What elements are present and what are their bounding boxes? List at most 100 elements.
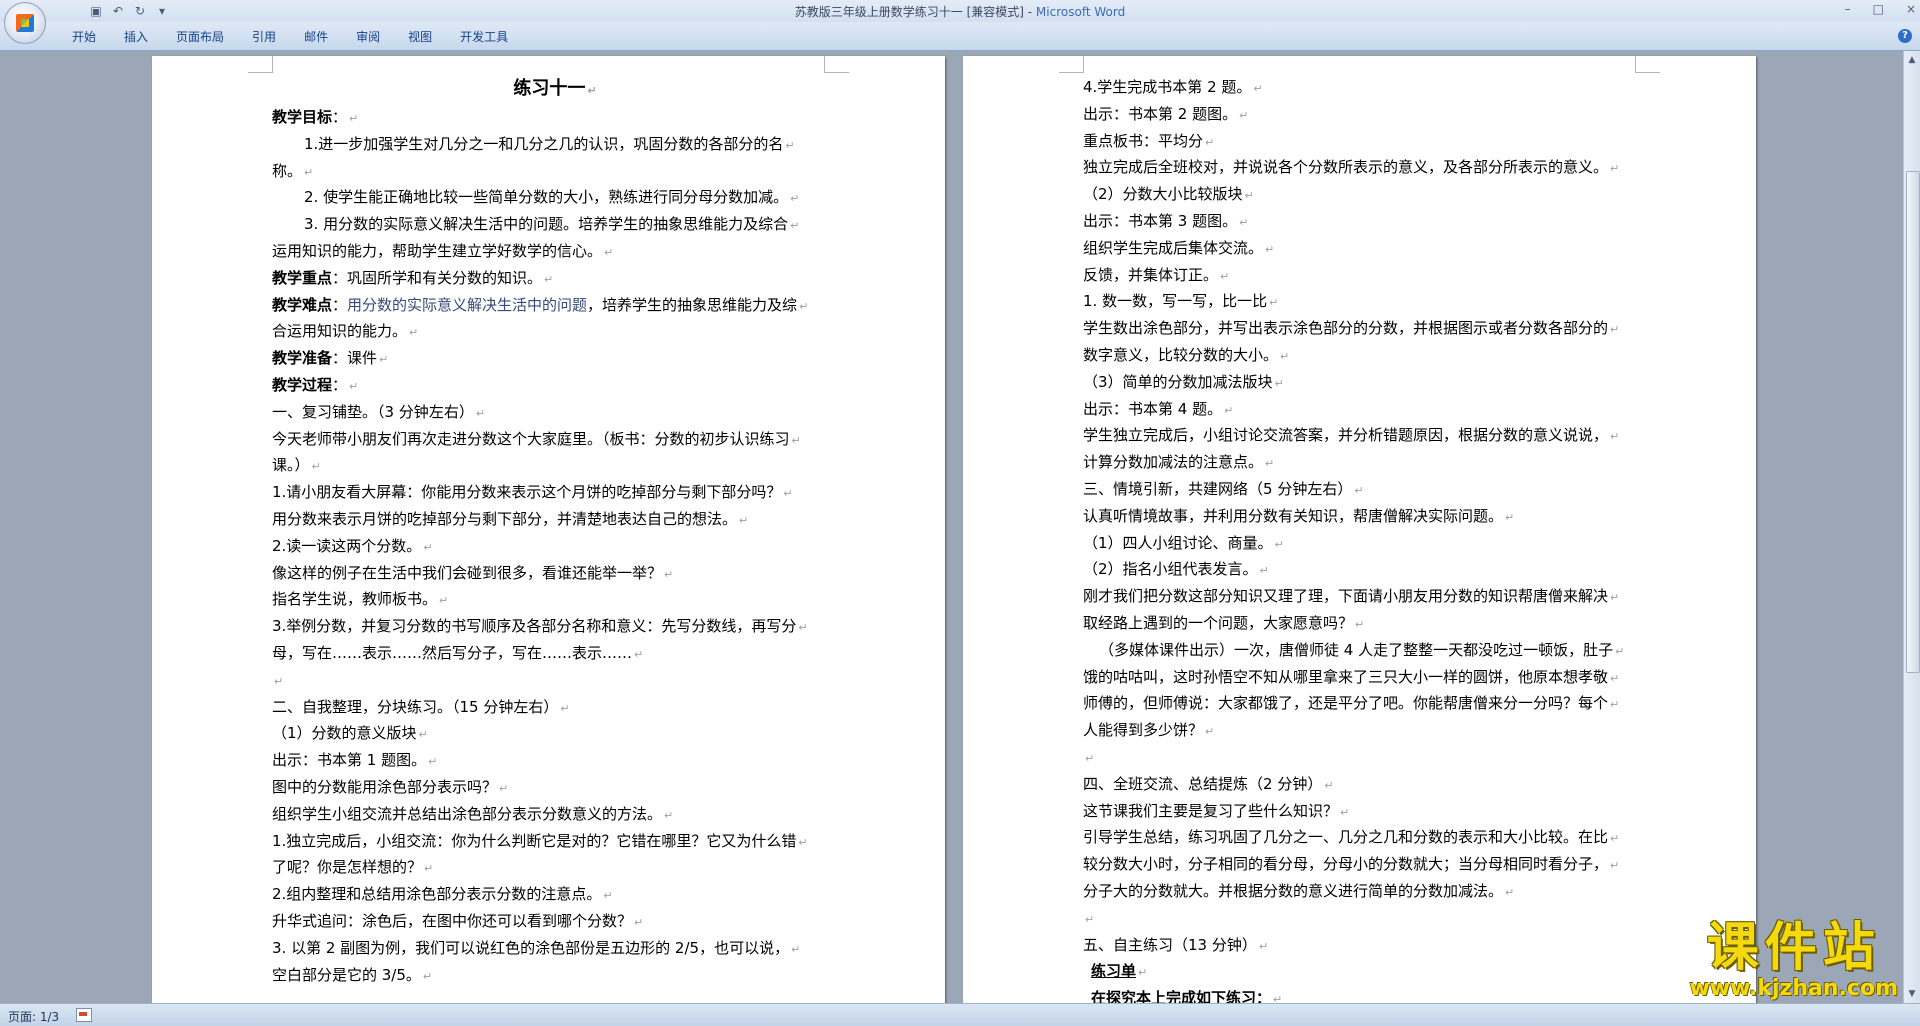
text-line[interactable]: 四、全班交流、总结提炼（2 分钟） ↵ [1083,771,1649,798]
text-line[interactable]: 人能得到多少饼？ ↵ [1083,717,1649,744]
maximize-button[interactable]: □ [1873,2,1884,16]
text-line[interactable]: 刚才我们把分数这部分知识又理了理，下面请小朋友用分数的知识帮唐僧来解决 ↵ [1083,583,1649,610]
document-page-2[interactable]: 4.学生完成书本第 2 题。 ↵ 出示：书本第 2 题图。 ↵ 重点板书：平均分 ↵ 独立完… [963,56,1756,1003]
page-text-body[interactable]: 练习十一 ↵ 教学目标： ↵ 1.进一步加强学生对几分之一和几分之几的认识，巩固分数的各… [272,74,838,988]
ribbon-tab[interactable]: 开发工具 [446,29,522,45]
text-line[interactable]: 4.学生完成书本第 2 题。 ↵ [1083,74,1649,101]
proofing-status-icon[interactable] [76,1008,92,1022]
text-line[interactable]: 组织学生小组交流并总结出涂色部分表示分数意义的方法。 ↵ [272,801,838,828]
text-line[interactable]: 学生独立完成后，小组讨论交流答案，并分析错题原因，根据分数的意义说说， ↵ [1083,422,1649,449]
text-line[interactable]: 饿的咕咕叫，这时孙悟空不知从哪里拿来了三只大小一样的圆饼，他原本想孝敬 ↵ [1083,664,1649,691]
text-line[interactable]: （2）指名小组代表发言。 ↵ [1083,556,1649,583]
text-line[interactable]: 在探究本上完成如下练习： ↵ [1083,985,1649,1003]
text-line[interactable]: ↵ [272,667,838,694]
ribbon-tab[interactable]: 视图 [394,29,446,45]
text-line[interactable]: 升华式追问：涂色后，在图中你还可以看到哪个分数？ ↵ [272,908,838,935]
text-line[interactable]: 指名学生说，教师板书。 ↵ [272,586,838,613]
line-text: 母，写在……表示……然后写分子，写在……表示…… [272,643,633,662]
text-line[interactable]: 二、自我整理，分块练习。（15 分钟左右） ↵ [272,694,838,721]
text-line[interactable]: 教学重点：巩固所学和有关分数的知识。 ↵ [272,265,838,292]
vertical-scrollbar[interactable]: ▲ ▼ [1903,51,1920,1003]
paragraph-mark-icon: ↵ [1354,483,1364,497]
text-line[interactable]: 出示：书本第 4 题。 ↵ [1083,396,1649,423]
text-line[interactable]: 1.进一步加强学生对几分之一和几分之几的认识，巩固分数的各部分的名 ↵ [272,131,838,158]
page-text-body[interactable]: 4.学生完成书本第 2 题。 ↵ 出示：书本第 2 题图。 ↵ 重点板书：平均分 ↵ 独立完… [1083,74,1649,1003]
scroll-up-button[interactable]: ▲ [1905,53,1919,67]
text-line[interactable]: 1. 数一数，写一写，比一比 ↵ [1083,288,1649,315]
ribbon-tab[interactable]: 插入 [110,29,162,45]
text-line[interactable]: 数字意义，比较分数的大小。 ↵ [1083,342,1649,369]
line-text: 计算分数加减法的注意点。 [1083,453,1264,472]
text-line[interactable]: （2）分数大小比较版块 ↵ [1083,181,1649,208]
text-line[interactable]: 反馈，并集体订正。 ↵ [1083,262,1649,289]
paragraph-mark-icon: ↵ [791,942,801,956]
text-line[interactable]: 3. 以第 2 副图为例，我们可以说红色的涂色部份是五边形的 2/5，也可以说，… [272,935,838,962]
text-line[interactable]: 重点板书：平均分 ↵ [1083,128,1649,155]
text-line[interactable]: 课。） ↵ [272,452,838,479]
text-line[interactable]: 师傅的，但师傅说：大家都饿了，还是平分了吧。你能帮唐僧来分一分吗？每个 ↵ [1083,690,1649,717]
text-line[interactable]: （1）分数的意义版块 ↵ [272,720,838,747]
text-line[interactable]: 取经路上遇到的一个问题，大家愿意吗？ ↵ [1083,610,1649,637]
text-line[interactable]: 学生数出涂色部分，并写出表示涂色部分的分数，并根据图示或者分数各部分的 ↵ [1083,315,1649,342]
text-line[interactable]: 3.举例分数，并复习分数的书写顺序及各部分名称和意义：先写分数线，再写分 ↵ [272,613,838,640]
ribbon-tab[interactable]: 开始 [58,29,110,45]
text-line[interactable]: 2.读一读这两个分数。 ↵ [272,533,838,560]
ribbon-tab[interactable]: 审阅 [342,29,394,45]
text-line[interactable]: 独立完成后全班校对，并说说各个分数所表示的意义，及各部分所表示的意义。 ↵ [1083,154,1649,181]
text-line[interactable]: 较分数大小时，分子相同的看分母，分母小的分数就大；当分母相同时看分子， ↵ [1083,851,1649,878]
office-button[interactable] [4,2,46,44]
line-text: 运用知识的能力，帮助学生建立学好数学的信心。 [272,241,603,260]
paragraph-mark-icon: ↵ [1340,805,1350,819]
text-line[interactable]: 组织学生完成后集体交流。 ↵ [1083,235,1649,262]
text-line[interactable]: （3）简单的分数加减法版块 ↵ [1083,369,1649,396]
text-line[interactable]: 三、情境引新，共建网络（5 分钟左右） ↵ [1083,476,1649,503]
scroll-thumb[interactable] [1906,171,1920,673]
text-line[interactable]: 出示：书本第 2 题图。 ↵ [1083,101,1649,128]
text-line[interactable]: 引导学生总结，练习巩固了几分之一、几分之几和分数的表示和大小比较。在比 ↵ [1083,824,1649,851]
text-line[interactable]: 母，写在……表示……然后写分子，写在……表示…… ↵ [272,640,838,667]
text-line[interactable]: ↵ [1083,905,1649,932]
text-line[interactable]: 合运用知识的能力。 ↵ [272,318,838,345]
ribbon-tab[interactable]: 邮件 [290,29,342,45]
ribbon-tab[interactable]: 页面布局 [162,29,238,45]
page-indicator[interactable]: 页面: 1/3 [8,1008,59,1025]
text-line[interactable]: 出示：书本第 1 题图。 ↵ [272,747,838,774]
text-line[interactable]: 分子大的分数就大。并根据分数的意义进行简单的分数加减法。 ↵ [1083,878,1649,905]
paragraph-mark-icon: ↵ [1610,859,1620,873]
text-line[interactable]: ↵ [1083,744,1649,771]
text-line[interactable]: 教学目标： ↵ [272,104,838,131]
text-line[interactable]: 计算分数加减法的注意点。 ↵ [1083,449,1649,476]
text-line[interactable]: 出示：书本第 3 题图。 ↵ [1083,208,1649,235]
text-line[interactable]: 了呢？你是怎样想的？ ↵ [272,854,838,881]
text-line[interactable]: 教学难点：用分数的实际意义解决生活中的问题，培养学生的抽象思维能力及综 ↵ [272,292,838,319]
text-line[interactable]: 称。 ↵ [272,158,838,185]
text-line[interactable]: 1.独立完成后，小组交流：你为什么判断它是对的？它错在哪里？它又为什么错 ↵ [272,828,838,855]
close-button[interactable]: × [1906,2,1916,16]
text-line[interactable]: （1）四人小组讨论、商量。 ↵ [1083,530,1649,557]
scroll-down-button[interactable]: ▼ [1905,987,1919,1001]
ribbon-tab[interactable]: 引用 [238,29,290,45]
text-line[interactable]: 像这样的例子在生活中我们会碰到很多，看谁还能举一举？ ↵ [272,560,838,587]
text-line[interactable]: 认真听情境故事，并利用分数有关知识，帮唐僧解决实际问题。 ↵ [1083,503,1649,530]
text-line[interactable]: 3. 用分数的实际意义解决生活中的问题。培养学生的抽象思维能力及综合 ↵ [272,211,838,238]
text-line[interactable]: 运用知识的能力，帮助学生建立学好数学的信心。 ↵ [272,238,838,265]
text-line[interactable]: 图中的分数能用涂色部分表示吗？ ↵ [272,774,838,801]
text-line[interactable]: 这节课我们主要是复习了些什么知识？ ↵ [1083,798,1649,825]
text-line[interactable]: 用分数来表示月饼的吃掉部分与剩下部分，并清楚地表达自己的想法。 ↵ [272,506,838,533]
text-line[interactable]: 教学准备：课件 ↵ [272,345,838,372]
text-line[interactable]: 2. 使学生能正确地比较一些简单分数的大小，熟练进行同分母分数加减。 ↵ [272,184,838,211]
text-line[interactable]: 空白部分是它的 3/5。 ↵ [272,962,838,989]
text-line[interactable]: 今天老师带小朋友们再次走进分数这个大家庭里。（板书：分数的初步认识练习 ↵ [272,426,838,453]
text-line[interactable]: 一、复习铺垫。（3 分钟左右） ↵ [272,399,838,426]
text-line[interactable]: 练习十一 ↵ [272,74,838,104]
text-line[interactable]: 教学过程： ↵ [272,372,838,399]
document-page-1[interactable]: 练习十一 ↵ 教学目标： ↵ 1.进一步加强学生对几分之一和几分之几的认识，巩固分数的各… [152,56,945,1003]
text-line[interactable]: 练习单 ↵ [1083,958,1649,985]
text-line[interactable]: 2.组内整理和总结用涂色部分表示分数的注意点。 ↵ [272,881,838,908]
line-text: 一、复习铺垫。（3 分钟左右） [272,402,474,421]
minimize-button[interactable]: – [1845,2,1851,16]
text-line[interactable]: 五、自主练习（13 分钟） ↵ [1083,932,1649,959]
text-line[interactable]: 1.请小朋友看大屏幕：你能用分数来表示这个月饼的吃掉部分与剩下部分吗？ ↵ [272,479,838,506]
text-line[interactable]: （多媒体课件出示）一次，唐僧师徒 4 人走了整整一天都没吃过一顿饭，肚子 ↵ [1083,637,1649,664]
help-icon[interactable]: ? [1898,29,1912,43]
